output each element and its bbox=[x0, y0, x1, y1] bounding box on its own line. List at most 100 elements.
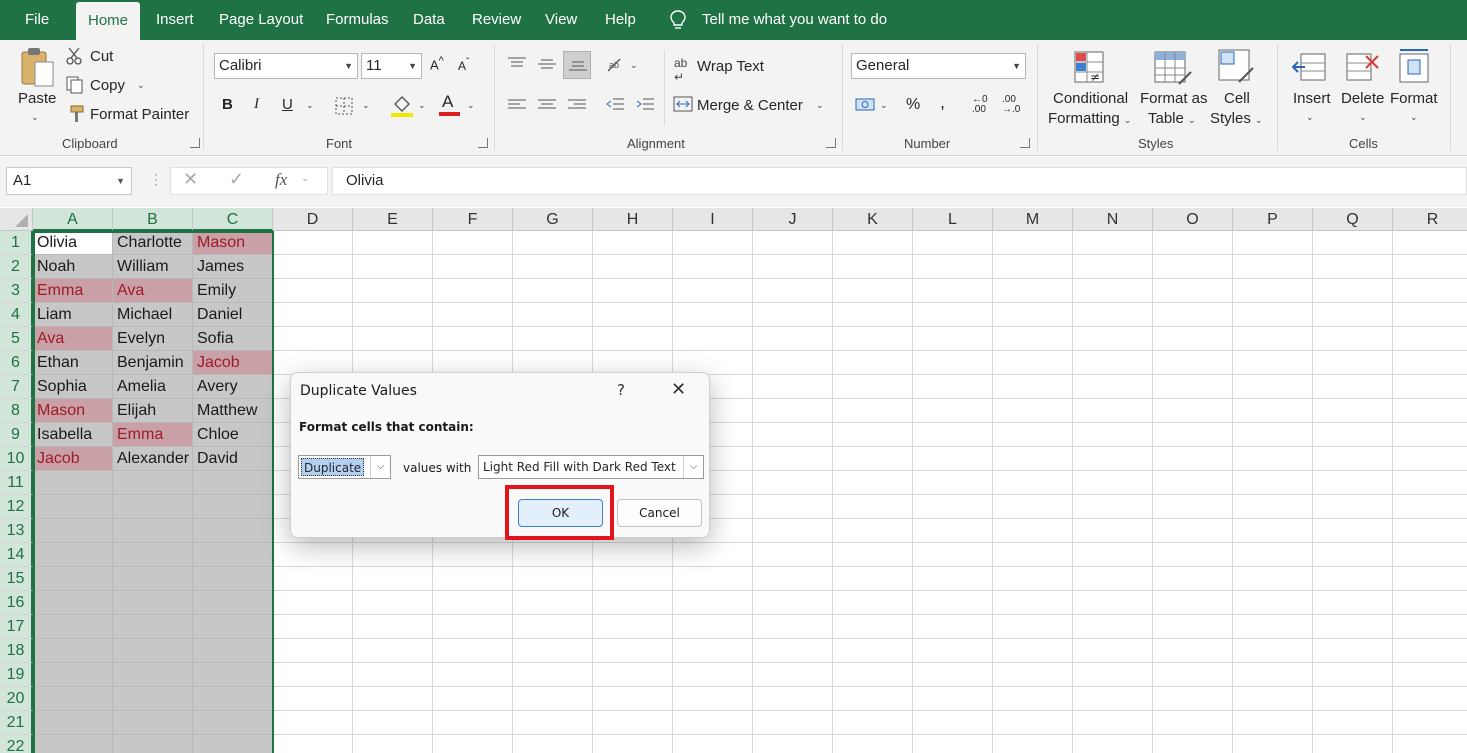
row-header-17[interactable]: 17 bbox=[0, 615, 33, 639]
cell-p7[interactable] bbox=[1233, 375, 1313, 399]
cell-b8[interactable]: Elijah bbox=[113, 399, 193, 423]
cell-k22[interactable] bbox=[833, 735, 913, 753]
cell-i16[interactable] bbox=[673, 591, 753, 615]
cell-n21[interactable] bbox=[1073, 711, 1153, 735]
cell-r18[interactable] bbox=[1393, 639, 1467, 663]
fill-color-dropdown-icon[interactable]: ⌄ bbox=[418, 100, 426, 111]
cancel-button[interactable]: Cancel bbox=[617, 499, 702, 527]
cell-g20[interactable] bbox=[513, 687, 593, 711]
cell-c7[interactable]: Avery bbox=[193, 375, 273, 399]
cell-r15[interactable] bbox=[1393, 567, 1467, 591]
cell-r19[interactable] bbox=[1393, 663, 1467, 687]
cell-k15[interactable] bbox=[833, 567, 913, 591]
cell-j2[interactable] bbox=[753, 255, 833, 279]
cell-a4[interactable]: Liam bbox=[33, 303, 113, 327]
column-header-a[interactable]: A bbox=[33, 208, 113, 231]
cell-l13[interactable] bbox=[913, 519, 993, 543]
decrease-decimal-icon[interactable]: .00 →.0 bbox=[1002, 95, 1020, 115]
cell-g21[interactable] bbox=[513, 711, 593, 735]
column-header-c[interactable]: C bbox=[193, 208, 273, 231]
number-format-select[interactable]: General ▼ bbox=[851, 53, 1026, 79]
cell-m6[interactable] bbox=[993, 351, 1073, 375]
row-header-15[interactable]: 15 bbox=[0, 567, 33, 591]
cell-a16[interactable] bbox=[33, 591, 113, 615]
row-header-18[interactable]: 18 bbox=[0, 639, 33, 663]
cell-o12[interactable] bbox=[1153, 495, 1233, 519]
cell-p21[interactable] bbox=[1233, 711, 1313, 735]
column-header-i[interactable]: I bbox=[673, 208, 753, 231]
cell-o3[interactable] bbox=[1153, 279, 1233, 303]
cell-p9[interactable] bbox=[1233, 423, 1313, 447]
row-header-10[interactable]: 10 bbox=[0, 447, 33, 471]
cell-o2[interactable] bbox=[1153, 255, 1233, 279]
cell-n16[interactable] bbox=[1073, 591, 1153, 615]
increase-indent-icon[interactable] bbox=[635, 97, 655, 113]
ok-button[interactable]: OK bbox=[518, 499, 603, 527]
font-color-dropdown-icon[interactable]: ⌄ bbox=[467, 100, 475, 111]
cell-f2[interactable] bbox=[433, 255, 513, 279]
cell-p2[interactable] bbox=[1233, 255, 1313, 279]
cell-a1[interactable]: Olivia bbox=[33, 231, 113, 255]
row-header-6[interactable]: 6 bbox=[0, 351, 33, 375]
cell-c20[interactable] bbox=[193, 687, 273, 711]
cell-g5[interactable] bbox=[513, 327, 593, 351]
cell-n5[interactable] bbox=[1073, 327, 1153, 351]
cell-l1[interactable] bbox=[913, 231, 993, 255]
format-cells-button[interactable]: Format bbox=[1390, 90, 1438, 107]
cell-h4[interactable] bbox=[593, 303, 673, 327]
cell-j6[interactable] bbox=[753, 351, 833, 375]
cell-h21[interactable] bbox=[593, 711, 673, 735]
cell-r16[interactable] bbox=[1393, 591, 1467, 615]
cell-h16[interactable] bbox=[593, 591, 673, 615]
cell-n20[interactable] bbox=[1073, 687, 1153, 711]
cell-m2[interactable] bbox=[993, 255, 1073, 279]
cell-j16[interactable] bbox=[753, 591, 833, 615]
cell-c12[interactable] bbox=[193, 495, 273, 519]
align-top-icon[interactable] bbox=[507, 56, 527, 70]
cell-g2[interactable] bbox=[513, 255, 593, 279]
format-style-select[interactable]: Light Red Fill with Dark Red Text ⌵ bbox=[478, 455, 704, 479]
column-header-p[interactable]: P bbox=[1233, 208, 1313, 231]
cell-n10[interactable] bbox=[1073, 447, 1153, 471]
cell-k12[interactable] bbox=[833, 495, 913, 519]
cell-p4[interactable] bbox=[1233, 303, 1313, 327]
cell-n1[interactable] bbox=[1073, 231, 1153, 255]
cell-p14[interactable] bbox=[1233, 543, 1313, 567]
cell-r11[interactable] bbox=[1393, 471, 1467, 495]
cell-l19[interactable] bbox=[913, 663, 993, 687]
cell-m4[interactable] bbox=[993, 303, 1073, 327]
insert-dropdown-icon[interactable]: ⌄ bbox=[1306, 112, 1314, 123]
cell-k4[interactable] bbox=[833, 303, 913, 327]
cell-o5[interactable] bbox=[1153, 327, 1233, 351]
cell-l18[interactable] bbox=[913, 639, 993, 663]
cell-h17[interactable] bbox=[593, 615, 673, 639]
cell-a11[interactable] bbox=[33, 471, 113, 495]
paste-dropdown-icon[interactable]: ⌄ bbox=[31, 112, 39, 123]
cell-l3[interactable] bbox=[913, 279, 993, 303]
cell-b2[interactable]: William bbox=[113, 255, 193, 279]
underline-button[interactable]: U bbox=[282, 96, 293, 113]
cell-l22[interactable] bbox=[913, 735, 993, 753]
cell-e1[interactable] bbox=[353, 231, 433, 255]
cell-e19[interactable] bbox=[353, 663, 433, 687]
cell-g15[interactable] bbox=[513, 567, 593, 591]
cell-k21[interactable] bbox=[833, 711, 913, 735]
cell-k20[interactable] bbox=[833, 687, 913, 711]
cell-l15[interactable] bbox=[913, 567, 993, 591]
cell-b1[interactable]: Charlotte bbox=[113, 231, 193, 255]
cell-m22[interactable] bbox=[993, 735, 1073, 753]
cell-q16[interactable] bbox=[1313, 591, 1393, 615]
borders-dropdown-icon[interactable]: ⌄ bbox=[362, 100, 370, 111]
cell-h3[interactable] bbox=[593, 279, 673, 303]
cell-r9[interactable] bbox=[1393, 423, 1467, 447]
cell-m15[interactable] bbox=[993, 567, 1073, 591]
cell-m9[interactable] bbox=[993, 423, 1073, 447]
cell-b22[interactable] bbox=[113, 735, 193, 753]
cell-c1[interactable]: Mason bbox=[193, 231, 273, 255]
format-painter-button[interactable]: Format Painter bbox=[90, 106, 189, 123]
cell-b12[interactable] bbox=[113, 495, 193, 519]
cell-h15[interactable] bbox=[593, 567, 673, 591]
column-header-n[interactable]: N bbox=[1073, 208, 1153, 231]
align-middle-icon[interactable] bbox=[537, 58, 557, 72]
cell-a17[interactable] bbox=[33, 615, 113, 639]
